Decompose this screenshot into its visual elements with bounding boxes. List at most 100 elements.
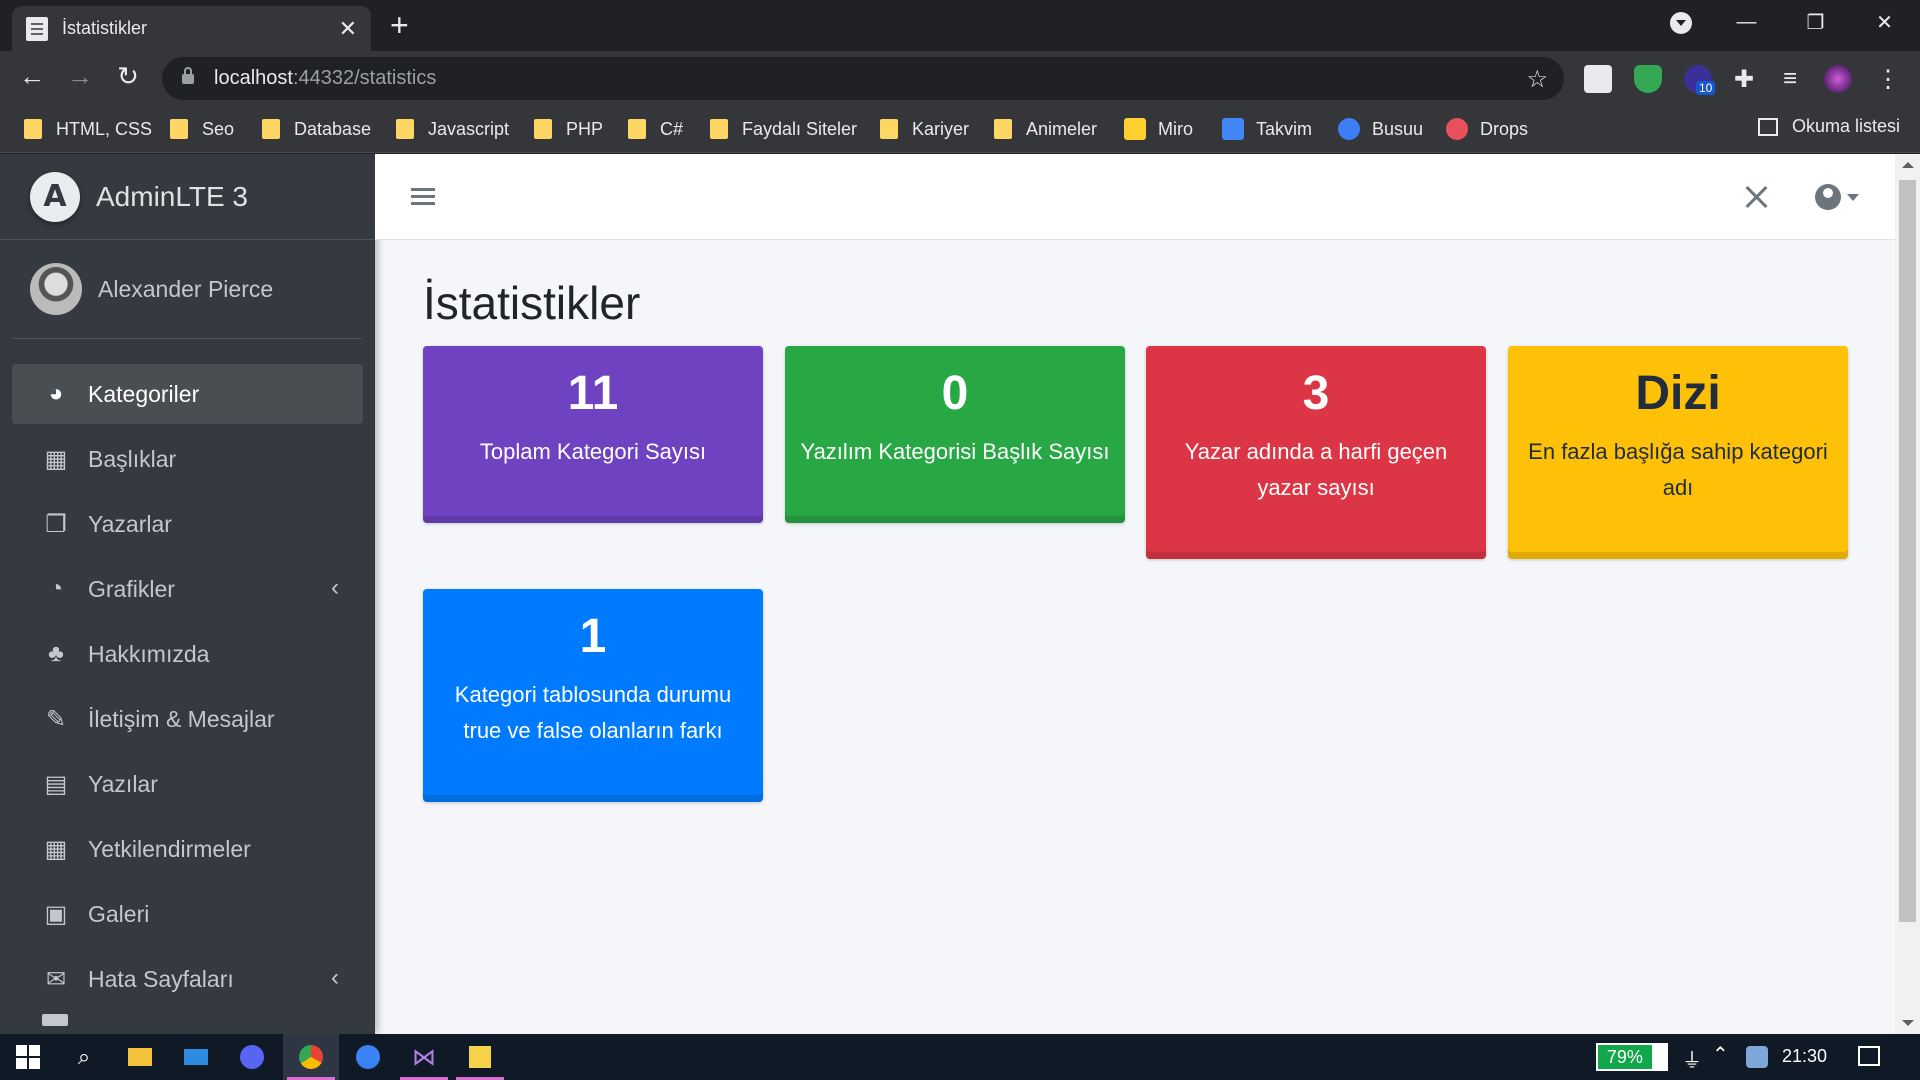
start-button[interactable] (0, 1034, 56, 1080)
sidebar-item-label: Hata Sayfaları (88, 965, 234, 992)
new-tab-button[interactable]: + (390, 8, 409, 42)
media-queue-icon[interactable]: ≡ (1776, 65, 1804, 93)
main-sidebar: AdminLTE 3 Alexander Pierce ◕ Kategorile… (0, 154, 375, 1034)
back-icon[interactable]: ← (14, 61, 50, 92)
sidebar-item-grafikler[interactable]: ◔ Grafikler ‹ (12, 559, 363, 619)
bookmark-folder[interactable]: Database (262, 116, 371, 142)
bookmark-link[interactable]: Drops (1446, 116, 1528, 142)
folder-icon (24, 119, 42, 139)
menu-kebab-icon[interactable]: ⋮ (1874, 65, 1902, 93)
brand-link[interactable]: AdminLTE 3 (0, 154, 375, 240)
scroll-down-icon[interactable] (1902, 1020, 1914, 1026)
plug-icon[interactable]: ⏚ (1682, 1044, 1702, 1073)
chrome-icon[interactable] (283, 1034, 339, 1080)
bookmark-folder[interactable]: PHP (534, 116, 603, 142)
sidebar-item-yazilar[interactable]: ▤ Yazılar (12, 754, 363, 814)
bookmark-label: C# (660, 118, 684, 139)
close-window-icon[interactable]: ✕ (1850, 10, 1919, 35)
amazon-extension-icon[interactable] (1584, 65, 1612, 93)
sidebar-item-yetkilendirmeler[interactable]: ▦ Yetkilendirmeler (12, 819, 363, 879)
search-icon[interactable]: ⌕ (56, 1034, 112, 1080)
windows-taskbar: ⌕ ⋈ 79% ⏚ ⌃ 21:30 (0, 1034, 1920, 1080)
bookmark-folder[interactable]: C# (628, 116, 683, 142)
bookmark-link[interactable]: Busuu (1338, 116, 1423, 142)
clock[interactable]: 21:30 (1782, 1046, 1827, 1067)
stat-value: 3 (1302, 367, 1330, 420)
user-dropdown[interactable] (1815, 184, 1859, 210)
shield-extension-icon[interactable] (1634, 65, 1662, 93)
scroll-up-icon[interactable] (1902, 162, 1914, 168)
bookmark-link[interactable]: Miro (1124, 116, 1193, 142)
profile-avatar[interactable] (1824, 65, 1852, 93)
sidebar-item-hakkimizda[interactable]: ♣ Hakkımızda (12, 624, 363, 684)
user-panel[interactable]: Alexander Pierce (12, 240, 362, 339)
bookmark-folder[interactable]: Kariyer (880, 116, 969, 142)
stat-value: 1 (579, 610, 607, 663)
sidebar-item-label: Yetkilendirmeler (88, 835, 251, 862)
sidebar-item-kategoriler[interactable]: ◕ Kategoriler (12, 364, 363, 424)
sidebar-item-label: Yazarlar (88, 510, 172, 537)
tree-icon: ♣ (48, 640, 64, 667)
edit-icon: ✎ (45, 705, 67, 733)
sidebar-item-yazarlar[interactable]: ❐ Yazarlar (12, 494, 363, 554)
reload-icon[interactable]: ↻ (110, 61, 146, 92)
fullscreen-icon[interactable] (1745, 186, 1767, 208)
bookmark-label: Database (294, 118, 372, 139)
mail-icon[interactable] (168, 1034, 224, 1080)
discord-icon[interactable] (224, 1034, 280, 1080)
stat-value: Dizi (1635, 367, 1721, 420)
sidebar-item-basliklar[interactable]: ▦ Başlıklar (12, 429, 363, 489)
sidebar-item-label: Hakkımızda (88, 640, 210, 667)
close-tab-icon[interactable]: ✕ (339, 16, 357, 42)
bookmark-folder[interactable]: Javascript (396, 116, 509, 142)
reading-list-button[interactable]: Okuma listesi (1757, 116, 1900, 137)
bookmark-folder[interactable]: Seo (170, 116, 234, 142)
browser-tab[interactable]: İstatistikler ✕ (12, 6, 371, 51)
bookmark-label: Seo (202, 118, 235, 139)
stat-box: Dizi En fazla başlığa sahip kategori adı (1508, 346, 1848, 559)
visual-studio-icon[interactable]: ⋈ (396, 1034, 452, 1080)
firefox-icon[interactable] (340, 1034, 396, 1080)
battery-indicator[interactable]: 79% (1596, 1043, 1668, 1071)
bookmark-link[interactable]: Takvim (1222, 116, 1312, 142)
sidebar-item-hata-sayfalari[interactable]: ✉ Hata Sayfaları ‹ (12, 949, 363, 1009)
forward-icon[interactable]: → (62, 61, 98, 92)
sidebar-item-galeri[interactable]: ▣ Galeri (12, 884, 363, 944)
user-name: Alexander Pierce (98, 275, 274, 302)
bookmarks-bar: HTML, CSS Seo Database Javascript PHP C#… (0, 106, 1920, 153)
bookmark-folder[interactable]: HTML, CSS (24, 116, 152, 142)
bookmark-label: Faydalı Siteler (742, 118, 858, 139)
minimize-icon[interactable]: — (1712, 11, 1781, 34)
chevron-up-icon[interactable]: ⌃ (1712, 1042, 1729, 1067)
folder-icon (534, 119, 552, 139)
bookmark-star-icon[interactable]: ☆ (1526, 65, 1548, 94)
sidebar-item-iletisim[interactable]: ✎ İletişim & Mesajlar (12, 689, 363, 749)
scrollbar-thumb[interactable] (1899, 180, 1916, 922)
file-explorer-icon[interactable] (112, 1034, 168, 1080)
puzzle-extensions-icon[interactable]: ✚ (1730, 65, 1758, 93)
extension-badge-icon[interactable]: 10 (1684, 65, 1716, 95)
browser-toolbar: ← → ↻ localhost:44332/statistics ☆ 10 ✚ … (0, 51, 1920, 106)
page-scrollbar[interactable] (1895, 154, 1920, 1034)
bookmark-folder[interactable]: Animeler (994, 116, 1097, 142)
bookmark-folder[interactable]: Faydalı Siteler (710, 116, 857, 142)
hamburger-menu-icon[interactable] (411, 188, 435, 191)
folder-icon (628, 119, 646, 139)
table-icon: ▤ (44, 770, 68, 798)
sidebar-item-label: Başlıklar (88, 445, 177, 472)
network-icon[interactable] (1746, 1046, 1768, 1068)
calendar-icon: ▦ (44, 835, 68, 863)
browser-tab-strip: İstatistikler ✕ + — ❐ ✕ (0, 0, 1920, 51)
drops-icon (1446, 118, 1468, 140)
folder-icon (170, 119, 188, 139)
bookmark-label: Drops (1480, 118, 1529, 139)
folder-icon (262, 119, 280, 139)
lock-icon[interactable] (182, 66, 194, 84)
notification-icon[interactable] (1858, 1046, 1880, 1066)
restore-icon[interactable]: ❐ (1781, 10, 1850, 35)
chevron-left-icon: ‹ (331, 964, 339, 991)
dashboard-icon: ◕ (48, 380, 64, 407)
address-bar[interactable]: localhost:44332/statistics ☆ (162, 57, 1564, 100)
tab-search-icon[interactable] (1670, 12, 1692, 34)
python-ide-icon[interactable] (452, 1034, 508, 1080)
